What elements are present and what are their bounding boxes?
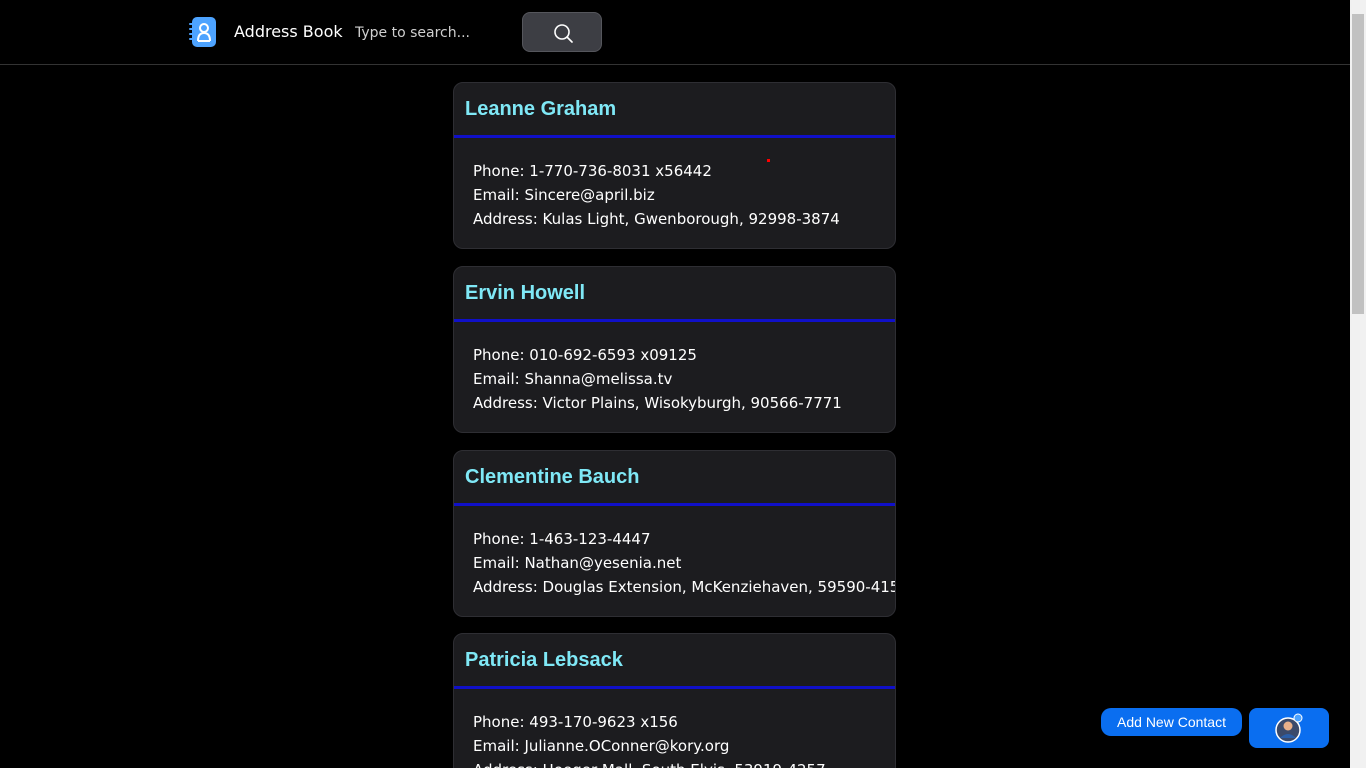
contact-card-header: Ervin Howell	[454, 267, 895, 322]
contact-card-header: Patricia Lebsack	[454, 634, 895, 689]
scrollbar[interactable]	[1350, 0, 1366, 768]
contact-card[interactable]: Clementine Bauch Phone: 1-463-123-4447 E…	[453, 450, 896, 617]
contact-address: Address: Victor Plains, Wisokyburgh, 905…	[473, 394, 842, 412]
contacts-button[interactable]	[1249, 708, 1329, 748]
contact-email: Email: Nathan@yesenia.net	[473, 554, 682, 572]
contact-card[interactable]: Ervin Howell Phone: 010-692-6593 x09125 …	[453, 266, 896, 433]
contact-address: Address: Douglas Extension, McKenziehave…	[473, 578, 896, 596]
app-brand[interactable]: Address Book	[234, 22, 343, 42]
contact-email: Email: Shanna@melissa.tv	[473, 370, 673, 388]
contact-phone: Phone: 1-770-736-8031 x56442	[473, 162, 712, 180]
contact-card[interactable]: Leanne Graham Phone: 1-770-736-8031 x564…	[453, 82, 896, 249]
contact-details: Phone: 1-770-736-8031 x56442 Email: Sinc…	[454, 138, 895, 231]
contact-name: Leanne Graham	[465, 98, 617, 120]
contact-phone: Phone: 1-463-123-4447	[473, 530, 651, 548]
contact-card[interactable]: Patricia Lebsack Phone: 493-170-9623 x15…	[453, 633, 896, 768]
add-contact-button[interactable]: Add New Contact	[1101, 708, 1242, 736]
contact-details: Phone: 010-692-6593 x09125 Email: Shanna…	[454, 322, 895, 415]
search-button[interactable]	[522, 12, 602, 52]
cursor-marker	[767, 159, 770, 162]
contact-address: Address: Kulas Light, Gwenborough, 92998…	[473, 210, 840, 228]
address-book-icon[interactable]	[189, 17, 217, 47]
contact-address: Address: Hoeger Mall, South Elvis, 53919…	[473, 758, 895, 768]
contact-name: Ervin Howell	[465, 282, 586, 304]
app-window: Address Book Leanne Graham Phone: 1-770-…	[0, 0, 1366, 768]
contact-name: Clementine Bauch	[465, 466, 640, 488]
contacts-icon	[1275, 713, 1303, 743]
contact-name: Patricia Lebsack	[465, 649, 623, 671]
contact-card-header: Leanne Graham	[454, 83, 895, 138]
contact-phone: Phone: 010-692-6593 x09125	[473, 346, 697, 364]
search-input[interactable]	[348, 18, 508, 48]
contact-details: Phone: 1-463-123-4447 Email: Nathan@yese…	[454, 506, 895, 599]
scrollbar-thumb[interactable]	[1352, 14, 1364, 314]
contact-details: Phone: 493-170-9623 x156 Email: Julianne…	[454, 689, 895, 768]
contact-card-header: Clementine Bauch	[454, 451, 895, 506]
contact-email: Email: Sincere@april.biz	[473, 186, 655, 204]
navbar: Address Book	[0, 0, 1350, 65]
search-icon	[554, 24, 573, 43]
contact-email: Email: Julianne.OConner@kory.org	[473, 737, 730, 755]
contact-phone: Phone: 493-170-9623 x156	[473, 713, 678, 731]
